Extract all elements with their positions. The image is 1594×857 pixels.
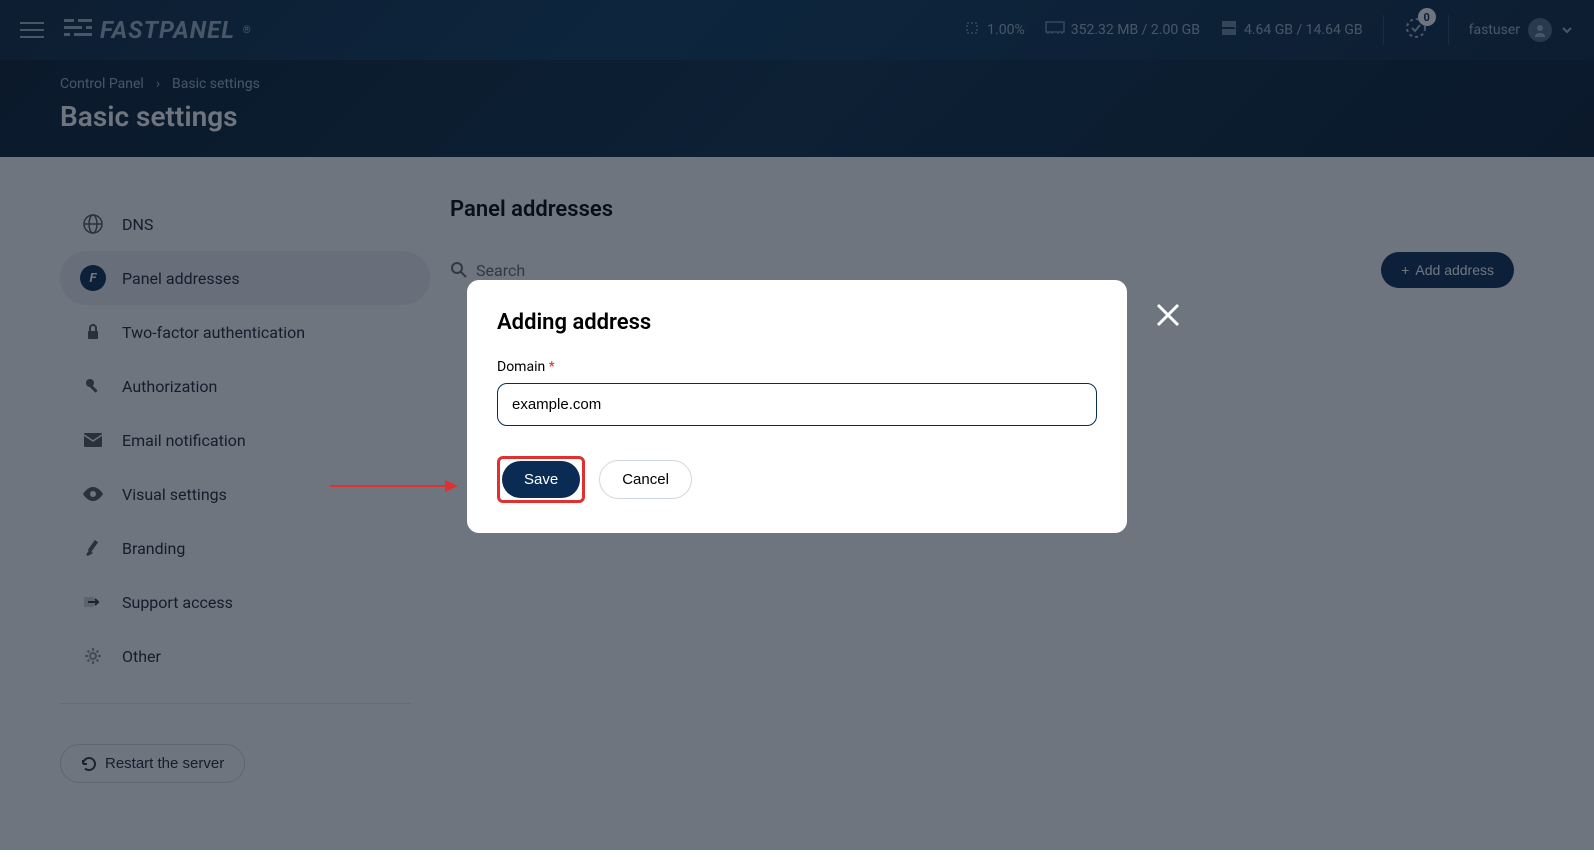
save-highlight: Save xyxy=(497,456,585,503)
required-asterisk: * xyxy=(549,359,555,375)
domain-input[interactable] xyxy=(497,383,1097,426)
close-modal-button[interactable] xyxy=(1153,300,1183,334)
modal-overlay: Adding address Domain * Save Cancel xyxy=(0,0,1594,850)
add-address-modal: Adding address Domain * Save Cancel xyxy=(467,280,1127,533)
modal-title: Adding address xyxy=(497,310,1097,335)
close-icon xyxy=(1153,300,1183,330)
domain-label: Domain * xyxy=(497,359,1097,375)
modal-actions: Save Cancel xyxy=(497,456,1097,503)
cancel-button[interactable]: Cancel xyxy=(599,460,692,499)
save-button[interactable]: Save xyxy=(502,461,580,498)
annotation-arrow xyxy=(330,476,460,496)
